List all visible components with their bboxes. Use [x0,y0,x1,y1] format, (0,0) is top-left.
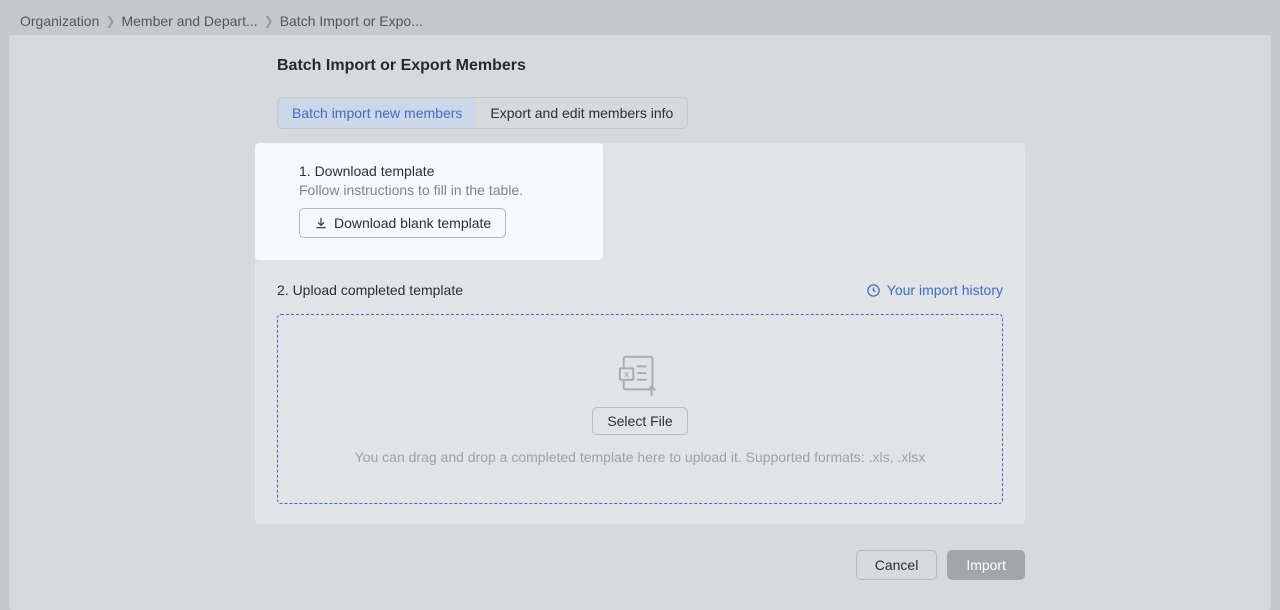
svg-text:X: X [624,370,630,379]
footer-actions: Cancel Import [255,550,1025,580]
tab-group: Batch import new members Export and edit… [277,97,688,129]
chevron-right-icon: ❯ [105,14,115,28]
import-button[interactable]: Import [947,550,1025,580]
select-file-button[interactable]: Select File [592,407,687,435]
breadcrumb-batch: Batch Import or Expo... [280,13,423,29]
page-title: Batch Import or Export Members [277,57,1025,75]
file-upload-icon: X [617,353,663,397]
tab-batch-import[interactable]: Batch import new members [278,98,476,128]
download-template-label: Download blank template [334,215,491,231]
clock-icon [866,283,881,298]
step1-title: 1. Download template [299,163,581,179]
step2-upload: 2. Upload completed template Your import… [255,260,1025,504]
dropzone-hint: You can drag and drop a completed templa… [355,449,926,465]
chevron-right-icon: ❯ [264,14,274,28]
step1-desc: Follow instructions to fill in the table… [299,182,581,198]
import-history-label: Your import history [887,282,1003,298]
step2-title: 2. Upload completed template [277,282,463,298]
tab-export-edit[interactable]: Export and edit members info [476,98,687,128]
step1-download-template: 1. Download template Follow instructions… [255,143,603,260]
breadcrumb-organization[interactable]: Organization [20,13,99,29]
import-history-link[interactable]: Your import history [866,282,1003,298]
breadcrumb-member-dept[interactable]: Member and Depart... [121,13,257,29]
main-panel: Batch Import or Export Members Batch imp… [9,35,1271,610]
import-steps-card: 1. Download template Follow instructions… [255,143,1025,524]
download-icon [314,216,328,230]
upload-dropzone[interactable]: X Select File You can drag and drop a co… [277,314,1003,504]
download-template-button[interactable]: Download blank template [299,208,506,238]
cancel-button[interactable]: Cancel [856,550,938,580]
